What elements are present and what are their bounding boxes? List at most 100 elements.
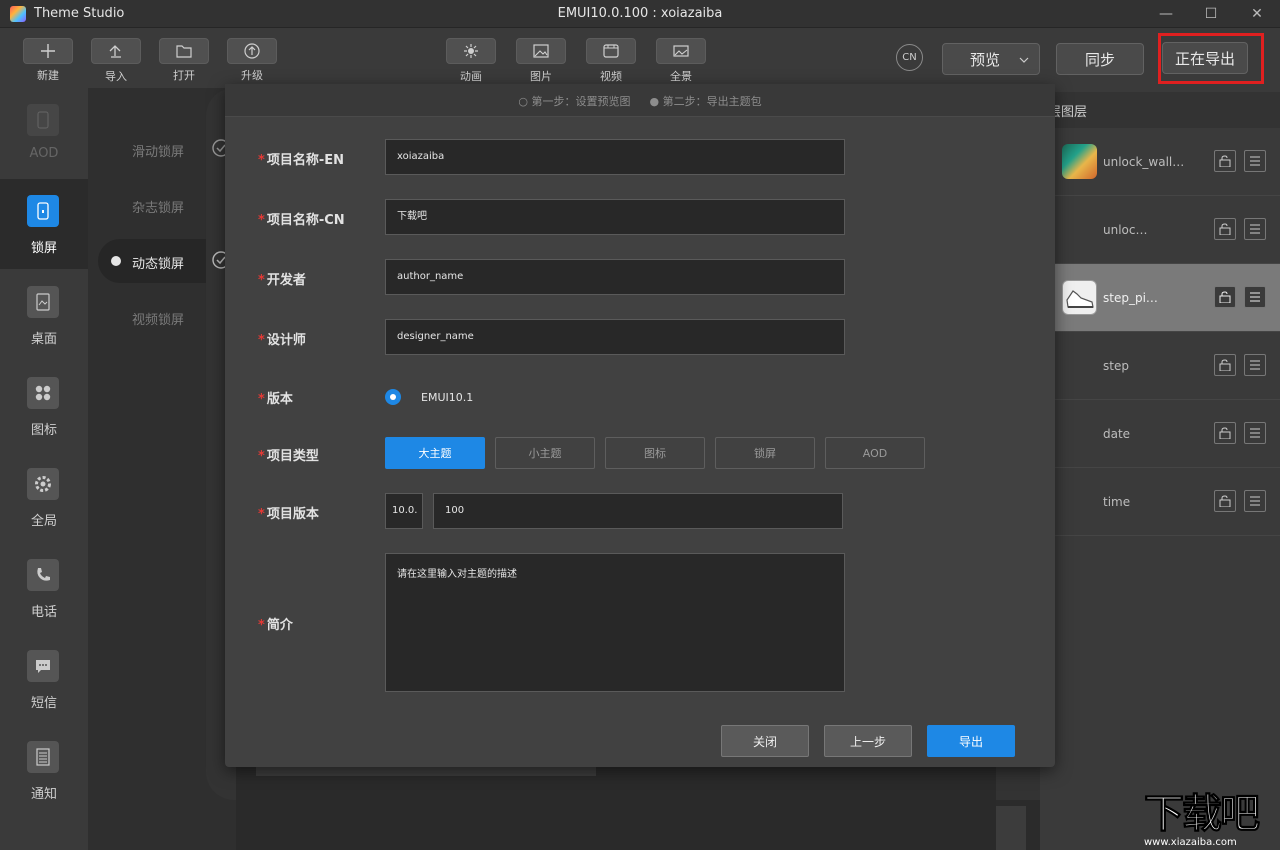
- watermark-text: 下载吧: [1144, 791, 1261, 837]
- open-button[interactable]: [159, 38, 209, 64]
- new-button[interactable]: [23, 38, 73, 64]
- menu-icon[interactable]: [1244, 422, 1266, 444]
- layer-name: unlock_wall…: [1103, 155, 1185, 169]
- sidebar-item-aod[interactable]: AOD: [0, 88, 88, 178]
- subpanel-item-magazine[interactable]: 杂志锁屏: [132, 197, 184, 216]
- project-version-input[interactable]: 100: [433, 493, 843, 529]
- desktop-icon: [27, 286, 59, 318]
- video-button[interactable]: [586, 38, 636, 64]
- sidebar-item-phone[interactable]: 电话: [0, 543, 88, 633]
- name-en-input[interactable]: xoiazaiba: [385, 139, 845, 175]
- menu-icon[interactable]: [1244, 218, 1266, 240]
- exporting-button[interactable]: 正在导出: [1162, 42, 1248, 74]
- shoe-thumb: [1062, 280, 1097, 315]
- sidebar-label-phone: 电话: [30, 605, 57, 620]
- sidebar-item-notification[interactable]: 通知: [0, 725, 88, 815]
- type-option-small-theme[interactable]: 小主题: [495, 437, 595, 469]
- sidebar-label-icons: 图标: [30, 423, 57, 438]
- import-icon: [109, 45, 121, 58]
- sidebar-label-notification: 通知: [30, 787, 57, 802]
- layer-name: step: [1103, 359, 1129, 373]
- version-radio[interactable]: [385, 389, 401, 405]
- folder-icon: [176, 45, 192, 58]
- vertical-scrollbar[interactable]: [996, 806, 1026, 850]
- field-label-project-version: * 项目版本: [258, 507, 319, 522]
- field-label-version: * 版本: [258, 392, 293, 407]
- type-option-aod[interactable]: AOD: [825, 437, 925, 469]
- unlock-icon[interactable]: [1214, 354, 1236, 376]
- import-button[interactable]: [91, 38, 141, 64]
- layer-name: step_pi…: [1103, 291, 1158, 305]
- chevron-down-icon: [1019, 57, 1029, 63]
- maximize-icon[interactable]: ☐: [1200, 4, 1222, 24]
- close-button[interactable]: 关闭: [721, 725, 809, 757]
- type-option-icon[interactable]: 图标: [605, 437, 705, 469]
- animation-button[interactable]: [446, 38, 496, 64]
- lock-screen-icon: [27, 195, 59, 227]
- sidebar-label-lockscreen: 锁屏: [30, 241, 57, 256]
- phone-call-icon: [27, 559, 59, 591]
- step-1-label: ○ 第一步：设置预览图: [518, 95, 631, 108]
- preview-dropdown[interactable]: 预览: [942, 43, 1040, 75]
- export-button[interactable]: 导出: [927, 725, 1015, 757]
- designer-input[interactable]: designer_name: [385, 319, 845, 355]
- image-label: 图片: [530, 70, 552, 83]
- sidebar-label-desktop: 桌面: [30, 332, 57, 347]
- minimize-icon[interactable]: —: [1155, 4, 1177, 24]
- watermark-url: www.xiazaiba.com: [1144, 837, 1237, 848]
- subpanel-label-dynamic: 动态锁屏: [132, 257, 185, 272]
- sidebar-item-icons[interactable]: 图标: [0, 361, 88, 451]
- image-button[interactable]: [516, 38, 566, 64]
- menu-icon[interactable]: [1244, 150, 1266, 172]
- video-label: 视频: [600, 70, 622, 83]
- watermark-logo: 下载吧 www.xiazaiba.com: [1140, 792, 1280, 850]
- subpanel-item-video[interactable]: 视频锁屏: [132, 309, 184, 328]
- open-label: 打开: [173, 69, 195, 82]
- type-option-lockscreen[interactable]: 锁屏: [715, 437, 815, 469]
- unlock-icon[interactable]: [1214, 150, 1236, 172]
- sidebar-item-global[interactable]: 全局: [0, 452, 88, 542]
- dialog-steps: ○ 第一步：设置预览图 ● 第二步：导出主题包: [225, 93, 1055, 109]
- field-label-name-en: * 项目名称-EN: [258, 153, 344, 168]
- unlock-icon[interactable]: [1214, 218, 1236, 240]
- layer-name: unloc…: [1103, 223, 1148, 237]
- sync-button[interactable]: 同步: [1056, 43, 1144, 75]
- field-label-designer: * 设计师: [258, 333, 306, 348]
- phone-icon: [27, 104, 59, 136]
- name-cn-input[interactable]: 下载吧: [385, 199, 845, 235]
- field-label-name-cn: * 项目名称-CN: [258, 213, 345, 228]
- unlock-icon[interactable]: [1214, 286, 1236, 308]
- subpanel-item-slide[interactable]: 滑动锁屏: [132, 141, 184, 160]
- active-dot-icon: [111, 256, 121, 266]
- sidebar-label-aod: AOD: [29, 146, 59, 161]
- panorama-button[interactable]: [656, 38, 706, 64]
- menu-icon[interactable]: [1244, 490, 1266, 512]
- close-window-icon[interactable]: ✕: [1246, 4, 1268, 24]
- type-option-big-theme[interactable]: 大主题: [385, 437, 485, 469]
- menu-icon[interactable]: [1244, 354, 1266, 376]
- animation-icon: [464, 44, 478, 58]
- sidebar-item-sms[interactable]: 短信: [0, 634, 88, 724]
- unlock-icon[interactable]: [1214, 490, 1236, 512]
- intro-textarea[interactable]: 请在这里输入对主题的描述: [385, 553, 845, 692]
- animation-label: 动画: [460, 70, 482, 83]
- notification-icon: [27, 741, 59, 773]
- unlock-icon[interactable]: [1214, 422, 1236, 444]
- upgrade-button[interactable]: [227, 38, 277, 64]
- upgrade-label: 升级: [241, 69, 263, 82]
- developer-input[interactable]: author_name: [385, 259, 845, 295]
- wallpaper-thumb: [1062, 144, 1097, 179]
- plus-icon: [41, 44, 55, 58]
- menu-icon[interactable]: [1244, 286, 1266, 308]
- layer-name: date: [1103, 427, 1131, 441]
- layer-name: time: [1103, 495, 1131, 509]
- sidebar-label-sms: 短信: [30, 696, 57, 711]
- language-toggle[interactable]: CN: [896, 44, 923, 71]
- video-icon: [603, 44, 619, 58]
- message-icon: [27, 650, 59, 682]
- previous-step-button[interactable]: 上一步: [824, 725, 912, 757]
- field-label-type: * 项目类型: [258, 449, 319, 464]
- sidebar-item-lockscreen[interactable]: 锁屏: [0, 179, 88, 269]
- import-label: 导入: [105, 70, 127, 83]
- sidebar-item-desktop[interactable]: 桌面: [0, 270, 88, 360]
